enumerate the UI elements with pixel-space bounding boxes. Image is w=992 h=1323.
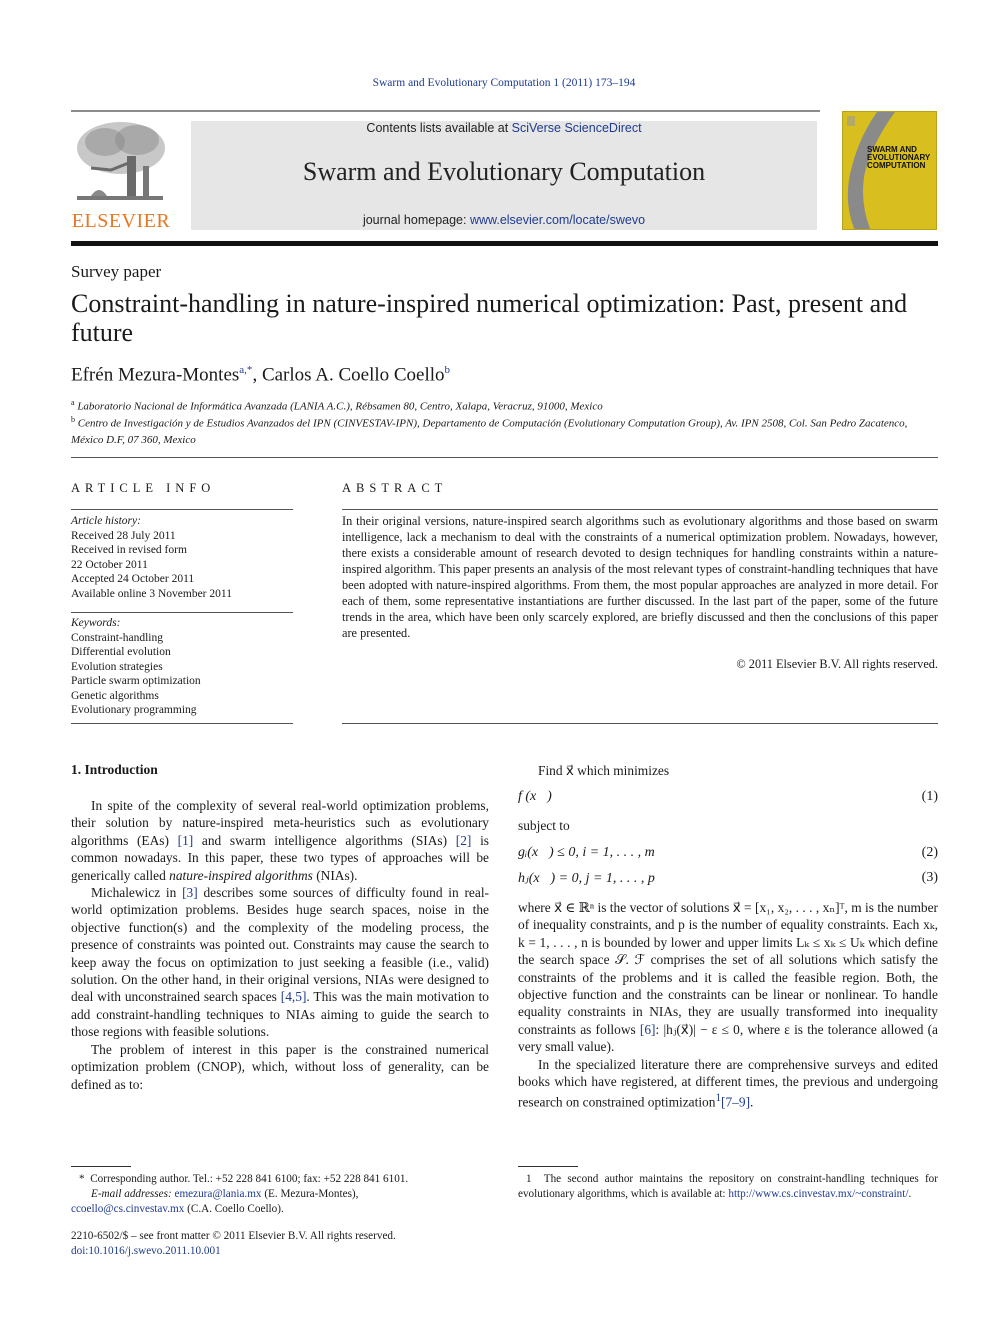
abstract-copyright: © 2011 Elsevier B.V. All rights reserved… bbox=[736, 657, 938, 671]
paragraph: In the specialized literature there are … bbox=[518, 1056, 938, 1110]
contents-prefix: Contents lists available at bbox=[366, 121, 512, 135]
abstract-heading: ABSTRACT bbox=[342, 481, 448, 495]
citation-link[interactable]: [7–9] bbox=[721, 1095, 750, 1110]
equation-1: f (x⃗) (1) bbox=[518, 789, 938, 804]
issn-line: 2210-6502/$ – see front matter © 2011 El… bbox=[71, 1230, 396, 1242]
sciencedirect-link[interactable]: SciVerse ScienceDirect bbox=[512, 121, 642, 135]
divider bbox=[342, 723, 938, 724]
paragraph: Michalewicz in [3] describes some source… bbox=[71, 885, 489, 1040]
masthead-top-rule bbox=[71, 110, 820, 112]
citation-link[interactable]: [2] bbox=[456, 833, 472, 848]
citation-link[interactable]: [4,5] bbox=[281, 989, 307, 1004]
citation-link[interactable]: [3] bbox=[182, 885, 198, 900]
homepage-prefix: journal homepage: bbox=[362, 213, 470, 227]
keyword: Constraint-handling bbox=[71, 631, 163, 644]
footnote-rule bbox=[71, 1166, 131, 1167]
header-divider bbox=[71, 457, 938, 458]
running-head: Swarm and Evolutionary Computation 1 (20… bbox=[372, 77, 636, 89]
paragraph: where x⃗ ∈ ℝⁿ is the vector of solutions… bbox=[518, 900, 938, 1055]
equation-number: (2) bbox=[921, 845, 938, 860]
article-info-heading: ARTICLE INFO bbox=[71, 481, 216, 495]
author-name[interactable]: Carlos A. Coello Coello bbox=[262, 364, 445, 385]
corresponding-author-footnote: * Corresponding author. Tel.: +52 228 84… bbox=[71, 1173, 409, 1215]
keyword: Evolutionary programming bbox=[71, 704, 197, 716]
abstract-text: In their original versions, nature-inspi… bbox=[342, 514, 938, 640]
repository-link[interactable]: http://www.cs.cinvestav.mx/~constraint/ bbox=[728, 1188, 908, 1200]
keyword: Genetic algorithms bbox=[71, 689, 159, 702]
homepage-line: journal homepage: www.elsevier.com/locat… bbox=[191, 213, 817, 227]
journal-title: Swarm and Evolutionary Computation bbox=[302, 157, 706, 186]
paragraph: In spite of the complexity of several re… bbox=[71, 798, 489, 883]
author-marks[interactable]: b bbox=[445, 364, 451, 376]
email-link[interactable]: ccoello@cs.cinvestav.mx bbox=[71, 1203, 184, 1215]
introduction-body: In spite of the complexity of several re… bbox=[71, 797, 489, 1093]
divider bbox=[71, 612, 293, 613]
article-title: Constraint-handling in nature-inspired n… bbox=[71, 289, 908, 347]
cover-swoosh-icon bbox=[847, 112, 895, 229]
journal-cover-image: SWARM AND EVOLUTIONARY COMPUTATION bbox=[842, 111, 937, 230]
equation-3: hⱼ(x⃗) = 0, j = 1, . . . , p (3) bbox=[518, 870, 938, 886]
citation-link[interactable]: [1] bbox=[178, 833, 194, 848]
journal-homepage-link[interactable]: www.elsevier.com/locate/swevo bbox=[470, 213, 645, 227]
keyword: Differential evolution bbox=[71, 646, 171, 658]
problem-body: where x⃗ ∈ ℝⁿ is the vector of solutions… bbox=[518, 899, 938, 1111]
divider bbox=[71, 723, 293, 724]
footnote-rule bbox=[518, 1166, 578, 1167]
divider bbox=[71, 509, 293, 510]
email-link[interactable]: emezura@lania.mx bbox=[174, 1188, 261, 1200]
subject-to-label: subject to bbox=[518, 818, 570, 833]
doi-line: doi:10.1016/j.swevo.2011.10.001 bbox=[71, 1244, 221, 1259]
author-name[interactable]: Efrén Mezura-Montes bbox=[71, 364, 239, 385]
doi-link[interactable]: doi:10.1016/j.swevo.2011.10.001 bbox=[71, 1245, 221, 1257]
cover-title: SWARM AND EVOLUTIONARY COMPUTATION bbox=[867, 145, 931, 170]
paragraph: The problem of interest in this paper is… bbox=[71, 1041, 489, 1092]
section-heading-introduction: 1. Introduction bbox=[71, 762, 158, 777]
affiliation-b: b Centro de Investigación y de Estudios … bbox=[71, 415, 908, 446]
contents-line: Contents lists available at SciVerse Sci… bbox=[191, 121, 817, 135]
divider bbox=[342, 509, 938, 510]
elsevier-wordmark: ELSEVIER bbox=[71, 210, 171, 232]
keyword: Evolution strategies bbox=[71, 660, 163, 673]
equation-2: gᵢ(x⃗) ≤ 0, i = 1, . . . , m (2) bbox=[518, 845, 938, 860]
keywords: Keywords: Constraint-handling Differenti… bbox=[71, 616, 293, 718]
author-list: Efrén Mezura-Montesa,*, Carlos A. Coello… bbox=[71, 364, 451, 386]
author-marks[interactable]: a,* bbox=[239, 364, 252, 376]
problem-find-line: Find x⃗ which minimizes bbox=[538, 763, 670, 778]
equation-number: (3) bbox=[921, 870, 938, 885]
citation-link[interactable]: [6] bbox=[640, 1022, 656, 1037]
keyword: Particle swarm optimization bbox=[71, 675, 201, 687]
masthead-bottom-rule bbox=[71, 241, 938, 246]
article-type: Survey paper bbox=[71, 262, 162, 281]
article-history: Article history: Received 28 July 2011 R… bbox=[71, 515, 232, 600]
equation-number: (1) bbox=[921, 789, 938, 804]
footnote-1: 1 The second author maintains the reposi… bbox=[518, 1173, 938, 1200]
